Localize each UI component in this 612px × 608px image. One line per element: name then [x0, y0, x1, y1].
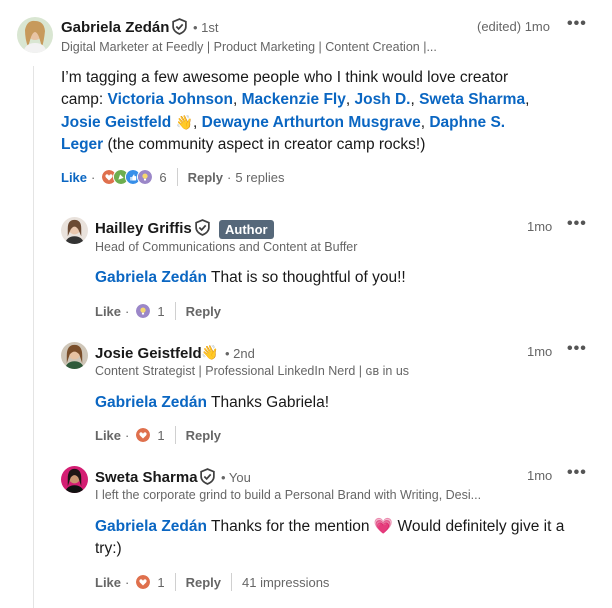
reply-actions: Like · 1 Reply: [95, 302, 221, 320]
comment-author-name[interactable]: Gabriela Zedán: [61, 19, 169, 36]
love-reaction-icon: [135, 427, 152, 443]
reactions[interactable]: [135, 574, 152, 590]
insightful-reaction-icon: [137, 169, 154, 185]
avatar-josie[interactable]: [61, 342, 88, 369]
reply-timestamp: 1mo: [527, 219, 553, 234]
verified-icon: [194, 219, 211, 236]
like-button[interactable]: Like: [95, 304, 121, 319]
waving-hand-emoji: 👋: [175, 114, 194, 130]
waving-hand-emoji: 👋: [201, 344, 219, 360]
mention-gabriela-zedan[interactable]: Gabriela Zedán: [95, 269, 207, 286]
reply-text: Gabriela Zedán Thanks for the mention 💗 …: [95, 518, 565, 557]
action-divider: [174, 302, 176, 320]
reactions[interactable]: [135, 303, 152, 319]
reaction-count[interactable]: 1: [157, 428, 164, 443]
separator-dot: ·: [91, 169, 96, 185]
mention-gabriela-zedan[interactable]: Gabriela Zedán: [95, 394, 207, 411]
more-horizontal-icon[interactable]: •••: [567, 215, 587, 233]
connection-degree: • 2nd: [225, 346, 255, 361]
more-horizontal-icon[interactable]: •••: [567, 464, 587, 482]
comment-timestamp: (edited) 1mo: [477, 19, 550, 34]
reactions[interactable]: [101, 169, 154, 185]
mention-mackenzie-fly[interactable]: Mackenzie Fly: [242, 91, 346, 108]
separator-dot: ·: [227, 169, 232, 185]
action-divider: [174, 426, 176, 444]
reaction-count[interactable]: 1: [157, 304, 164, 319]
reply-author-headline: Content Strategist | Professional Linked…: [95, 364, 410, 378]
mention-josh-d[interactable]: Josh D.: [354, 91, 410, 108]
more-horizontal-icon[interactable]: •••: [567, 15, 587, 33]
reply-author-headline: I left the corporate grind to build a Pe…: [95, 488, 482, 502]
separator-dot: ·: [125, 574, 130, 590]
reply-button[interactable]: Reply: [188, 170, 223, 185]
separator-dot: ·: [125, 427, 130, 443]
separator-dot: ·: [125, 303, 130, 319]
avatar-hailley[interactable]: [61, 217, 88, 244]
reply-author-name[interactable]: Sweta Sharma: [95, 469, 198, 486]
mention-gabriela-zedan[interactable]: Gabriela Zedán: [95, 518, 207, 535]
verified-icon: [171, 18, 188, 35]
reply-button[interactable]: Reply: [186, 575, 221, 590]
reaction-count[interactable]: 1: [157, 575, 164, 590]
action-divider: [176, 168, 178, 186]
reply-timestamp: 1mo: [527, 468, 553, 483]
reply-button[interactable]: Reply: [186, 304, 221, 319]
action-divider: [231, 573, 232, 591]
more-horizontal-icon[interactable]: •••: [567, 340, 587, 358]
avatar-sweta[interactable]: [61, 466, 88, 493]
love-reaction-icon: [135, 574, 152, 590]
reply-text: Gabriela Zedán Thanks Gabriela!: [95, 394, 330, 411]
reply-author-name[interactable]: Josie Geistfeld: [95, 345, 202, 362]
connection-degree: • 1st: [193, 20, 219, 35]
insightful-reaction-icon: [135, 303, 152, 319]
mention-josie-geistfeld[interactable]: Josie Geistfeld: [61, 114, 171, 131]
action-divider: [174, 573, 176, 591]
like-button[interactable]: Like: [61, 170, 87, 185]
reply-actions: Like · 1 Reply 41 impressions: [95, 573, 329, 591]
reactions[interactable]: [135, 427, 152, 443]
thread-line: [33, 66, 34, 608]
replies-count[interactable]: 5 replies: [235, 170, 284, 185]
impressions-count[interactable]: 41 impressions: [242, 575, 329, 590]
reply-timestamp: 1mo: [527, 344, 553, 359]
reply-author-headline: Head of Communications and Content at Bu…: [95, 240, 358, 254]
comment-text: I’m tagging a few awesome people who I t…: [61, 69, 530, 153]
mention-dewayne-arthurton-musgrave[interactable]: Dewayne Arthurton Musgrave: [202, 114, 421, 131]
reply-author-name[interactable]: Hailley Griffis: [95, 220, 192, 237]
mention-sweta-sharma[interactable]: Sweta Sharma: [419, 91, 525, 108]
heart-emoji: 💗: [373, 518, 394, 535]
reply-button[interactable]: Reply: [186, 428, 221, 443]
connection-degree: • You: [221, 470, 251, 485]
comment-actions: Like · 6 Reply · 5 replies: [61, 168, 284, 186]
like-button[interactable]: Like: [95, 575, 121, 590]
like-button[interactable]: Like: [95, 428, 121, 443]
verified-icon: [199, 468, 216, 485]
mention-victoria-johnson[interactable]: Victoria Johnson: [108, 91, 233, 108]
reply-text: Gabriela Zedán That is so thoughtful of …: [95, 269, 406, 286]
avatar-gabriela[interactable]: [17, 17, 53, 53]
reply-actions: Like · 1 Reply: [95, 426, 221, 444]
comment-author-headline: Digital Marketer at Feedly | Product Mar…: [61, 40, 437, 54]
reaction-count[interactable]: 6: [159, 170, 166, 185]
author-badge: Author: [219, 220, 274, 239]
